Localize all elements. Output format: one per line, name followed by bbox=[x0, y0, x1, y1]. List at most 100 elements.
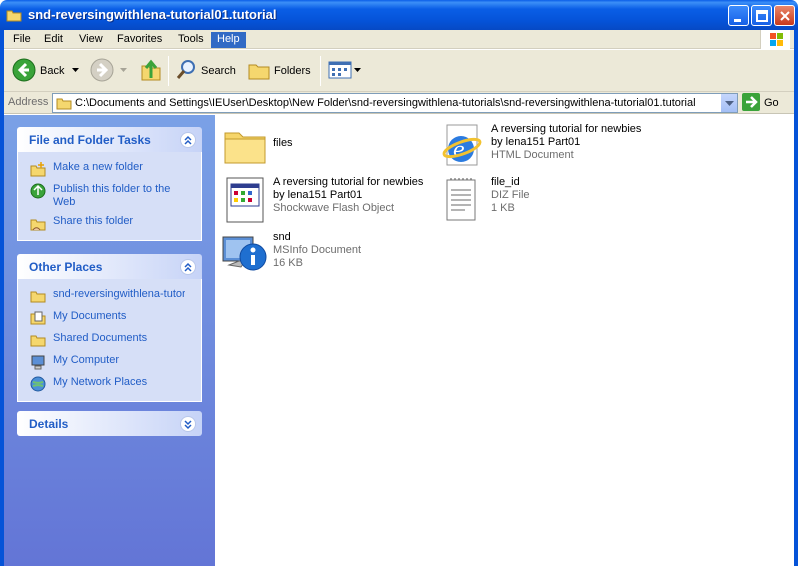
ie-html-icon: e bbox=[439, 123, 487, 171]
windows-logo-icon bbox=[760, 30, 790, 49]
file-name: file_id bbox=[491, 176, 520, 188]
folders-button[interactable]: Folders bbox=[248, 56, 311, 86]
go-arrow-icon bbox=[742, 92, 760, 114]
folders-label: Folders bbox=[274, 65, 311, 77]
place-label: My Documents bbox=[53, 310, 127, 322]
file-item[interactable]: snd MSInfo Document 16 KB bbox=[221, 231, 361, 279]
maximize-button[interactable] bbox=[751, 5, 772, 26]
task-pane: File and Folder Tasks Make a new folder … bbox=[0, 115, 215, 566]
menu-view[interactable]: View bbox=[73, 32, 109, 48]
panel-title: Details bbox=[29, 417, 69, 431]
address-bar: Address C:\Documents and Settings\IEUser… bbox=[0, 92, 798, 114]
text-file-icon bbox=[439, 176, 487, 224]
file-item[interactable]: A reversing tutorial for newbies by lena… bbox=[221, 176, 423, 224]
file-type: MSInfo Document bbox=[273, 244, 362, 256]
place-label: snd-reversingwithlena-tutorials bbox=[53, 288, 185, 300]
menu-favorites[interactable]: Favorites bbox=[111, 32, 168, 48]
place-label: Shared Documents bbox=[53, 332, 148, 344]
file-type: DIZ File bbox=[491, 189, 530, 201]
chevron-down-icon[interactable] bbox=[120, 65, 128, 77]
minimize-button[interactable] bbox=[728, 5, 749, 26]
place-label: My Computer bbox=[53, 354, 120, 366]
views-button[interactable] bbox=[328, 56, 362, 86]
task-label: Make a new folder bbox=[53, 161, 143, 173]
folder-icon bbox=[56, 95, 72, 114]
chevron-down-icon[interactable] bbox=[354, 65, 362, 77]
address-dropdown-button[interactable] bbox=[720, 94, 737, 112]
file-item[interactable]: e A reversing tutorial for newbies by le… bbox=[439, 123, 641, 171]
address-path: C:\Documents and Settings\IEUser\Desktop… bbox=[75, 97, 696, 109]
file-item[interactable]: files bbox=[221, 121, 293, 169]
place-link-parent-folder[interactable]: snd-reversingwithlena-tutorials bbox=[30, 285, 201, 307]
menu-help[interactable]: Help bbox=[211, 32, 246, 48]
file-type: Shockwave Flash Object bbox=[273, 202, 395, 214]
file-size: 1 KB bbox=[491, 202, 515, 214]
views-icon bbox=[328, 60, 352, 83]
file-type: HTML Document bbox=[491, 149, 574, 161]
title-bar[interactable]: snd-reversingwithlena-tutorial01.tutoria… bbox=[0, 0, 798, 30]
task-label: Share this folder bbox=[53, 215, 134, 227]
back-arrow-icon bbox=[12, 58, 36, 85]
chevron-down-icon[interactable] bbox=[72, 65, 80, 77]
window-title: snd-reversingwithlena-tutorial01.tutoria… bbox=[28, 7, 277, 22]
panel-header[interactable]: Other Places bbox=[17, 254, 202, 279]
menu-bar: File Edit View Favorites Tools Help bbox=[0, 30, 798, 49]
expand-chevron-icon[interactable] bbox=[180, 416, 196, 432]
file-size: 16 KB bbox=[273, 257, 303, 269]
other-places-panel: Other Places snd-reversingwithlena-tutor… bbox=[17, 254, 202, 402]
network-places-icon bbox=[30, 376, 46, 392]
forward-arrow-icon bbox=[90, 58, 114, 85]
window-border-left bbox=[0, 30, 4, 566]
panel-title: Other Places bbox=[29, 260, 103, 274]
forward-button[interactable] bbox=[90, 56, 128, 86]
place-link-my-network-places[interactable]: My Network Places bbox=[30, 373, 201, 395]
menu-tools[interactable]: Tools bbox=[172, 32, 210, 48]
file-name: A reversing tutorial for newbies bbox=[491, 123, 642, 135]
address-label: Address bbox=[8, 96, 49, 108]
my-computer-icon bbox=[30, 354, 46, 370]
back-button[interactable]: Back bbox=[12, 56, 80, 86]
file-name-line2: by lena151 Part01 bbox=[273, 189, 363, 201]
go-button[interactable]: Go bbox=[742, 92, 779, 114]
msinfo-icon bbox=[221, 231, 269, 279]
panel-title: File and Folder Tasks bbox=[29, 133, 151, 147]
toolbar: Back Search Folders bbox=[0, 50, 798, 92]
folder-icon bbox=[221, 121, 269, 169]
file-name: snd bbox=[273, 231, 291, 243]
place-label: My Network Places bbox=[53, 376, 148, 388]
file-item[interactable]: file_id DIZ File 1 KB bbox=[439, 176, 530, 224]
new-folder-icon bbox=[30, 161, 46, 177]
folder-icon bbox=[6, 7, 22, 26]
file-name-line2: by lena151 Part01 bbox=[491, 136, 581, 148]
publish-web-icon bbox=[30, 183, 46, 199]
file-list-view[interactable]: files e A reversing tutorial for newbies… bbox=[215, 115, 798, 566]
publish-folder-link[interactable]: Publish this folder to the Web bbox=[30, 180, 201, 212]
share-folder-link[interactable]: Share this folder bbox=[30, 212, 201, 234]
go-label: Go bbox=[764, 97, 779, 109]
place-link-shared-documents[interactable]: Shared Documents bbox=[30, 329, 201, 351]
make-new-folder-link[interactable]: Make a new folder bbox=[30, 158, 201, 180]
file-name: A reversing tutorial for newbies bbox=[273, 176, 424, 188]
close-button[interactable] bbox=[774, 5, 795, 26]
back-label: Back bbox=[40, 65, 65, 77]
place-link-my-computer[interactable]: My Computer bbox=[30, 351, 201, 373]
share-folder-icon bbox=[30, 215, 46, 231]
collapse-chevron-icon[interactable] bbox=[180, 259, 196, 275]
folders-icon bbox=[248, 60, 270, 83]
search-label: Search bbox=[201, 65, 236, 77]
task-label-line2: Web bbox=[53, 196, 76, 208]
folder-icon bbox=[30, 288, 46, 304]
address-input[interactable]: C:\Documents and Settings\IEUser\Desktop… bbox=[52, 93, 738, 113]
panel-header[interactable]: Details bbox=[17, 411, 202, 436]
panel-header[interactable]: File and Folder Tasks bbox=[17, 127, 202, 152]
place-link-my-documents[interactable]: My Documents bbox=[30, 307, 201, 329]
menu-file[interactable]: File bbox=[7, 32, 37, 48]
shared-documents-icon bbox=[30, 332, 46, 348]
details-panel: Details bbox=[17, 411, 202, 436]
up-folder-button[interactable] bbox=[140, 56, 162, 86]
flash-object-icon bbox=[221, 176, 269, 224]
collapse-chevron-icon[interactable] bbox=[180, 132, 196, 148]
file-name: files bbox=[273, 137, 293, 149]
menu-edit[interactable]: Edit bbox=[38, 32, 69, 48]
search-button[interactable]: Search bbox=[175, 56, 236, 86]
